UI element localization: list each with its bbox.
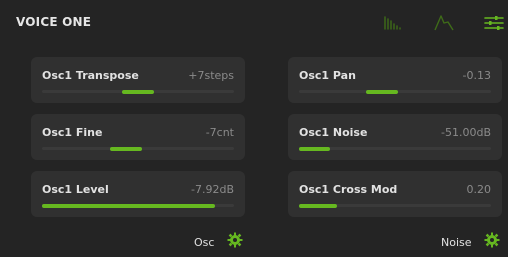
param-label: Osc1 Pan [299, 69, 356, 82]
osc-section-label: Osc [194, 236, 215, 249]
voice-header: VOICE ONE [0, 0, 508, 48]
sliders-icon[interactable] [483, 12, 505, 34]
envelope-icon[interactable] [433, 12, 455, 34]
param-slider-fill [122, 89, 154, 94]
param-value: -7cnt [205, 126, 234, 139]
param-osc1-pan[interactable]: Osc1 Pan -0.13 [288, 57, 502, 103]
param-osc1-noise[interactable]: Osc1 Noise -51.00dB [288, 114, 502, 160]
param-slider[interactable] [299, 146, 491, 151]
param-slider[interactable] [299, 89, 491, 94]
param-value: -51.00dB [441, 126, 491, 139]
param-value: +7steps [188, 69, 234, 82]
param-slider[interactable] [42, 203, 234, 208]
param-label: Osc1 Fine [42, 126, 103, 139]
param-label: Osc1 Noise [299, 126, 368, 139]
gear-icon[interactable] [227, 232, 243, 248]
param-osc1-transpose[interactable]: Osc1 Transpose +7steps [31, 57, 245, 103]
gear-icon[interactable] [484, 232, 500, 248]
voice-title: VOICE ONE [16, 15, 92, 29]
param-slider-fill [365, 89, 398, 94]
param-osc1-level[interactable]: Osc1 Level -7.92dB [31, 171, 245, 217]
param-slider-fill [299, 146, 330, 151]
param-osc1-cross-mod[interactable]: Osc1 Cross Mod 0.20 [288, 171, 502, 217]
param-slider[interactable] [299, 203, 491, 208]
param-label: Osc1 Level [42, 183, 109, 196]
param-slider-fill [299, 203, 338, 208]
bars-icon[interactable] [381, 12, 403, 34]
param-slider-fill [110, 146, 143, 151]
param-value: -7.92dB [191, 183, 234, 196]
param-osc1-fine[interactable]: Osc1 Fine -7cnt [31, 114, 245, 160]
param-slider[interactable] [42, 89, 234, 94]
param-label: Osc1 Transpose [42, 69, 139, 82]
noise-section-label: Noise [441, 236, 472, 249]
param-value: -0.13 [462, 69, 491, 82]
param-value: 0.20 [466, 183, 492, 196]
param-slider-fill [42, 203, 215, 208]
param-slider[interactable] [42, 146, 234, 151]
param-label: Osc1 Cross Mod [299, 183, 398, 196]
